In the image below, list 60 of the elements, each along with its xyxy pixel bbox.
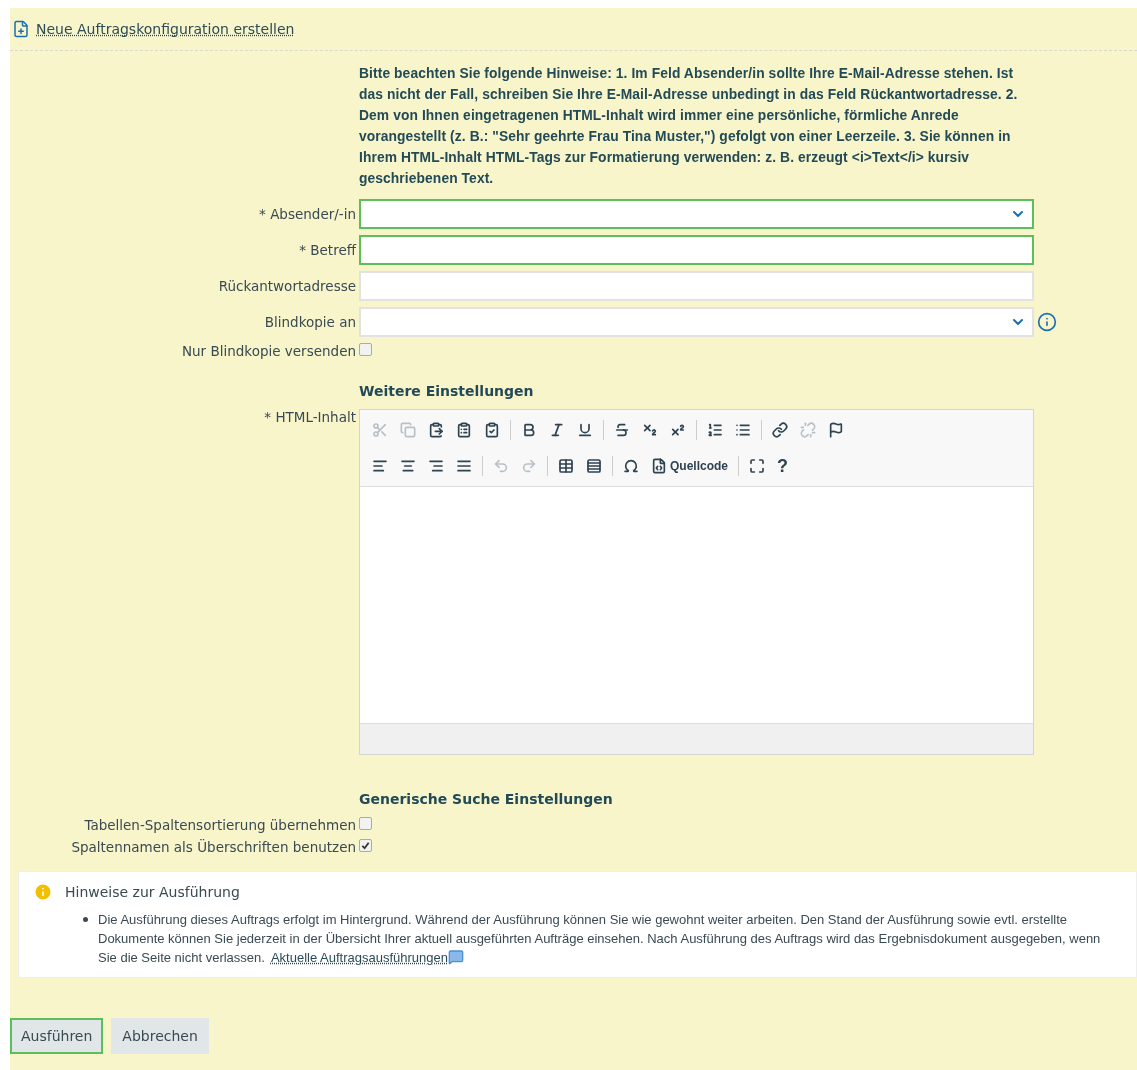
option-label: Tabellen-Spaltensortierung übernehmen <box>84 817 356 833</box>
checkbox[interactable] <box>359 343 372 356</box>
omega-icon <box>623 458 639 474</box>
option-label: Spaltennamen als Überschriften benutzen <box>71 839 356 855</box>
table-icon <box>558 458 574 474</box>
paste-icon <box>428 422 444 438</box>
superscript-icon <box>670 422 686 438</box>
unlink-icon <box>800 422 816 438</box>
bullet-icon <box>83 917 88 922</box>
subscript-icon <box>642 422 658 438</box>
align-center-icon <box>400 458 416 474</box>
toolbar-button[interactable] <box>556 456 576 476</box>
field-label: * HTML-Inhalt <box>264 409 356 425</box>
toolbar-button[interactable] <box>747 456 767 476</box>
undo-icon <box>493 458 509 474</box>
toolbar-button[interactable] <box>770 420 790 440</box>
checkbox[interactable] <box>359 839 372 852</box>
cut-icon <box>372 422 388 438</box>
section-title: Weitere Einstellungen <box>359 383 535 399</box>
html-editor[interactable]: Quellcode ? <box>359 409 1034 755</box>
copy-icon <box>400 422 416 438</box>
help-button[interactable]: ? <box>775 453 790 479</box>
align-left-icon <box>372 458 388 474</box>
notice-text: Bitte beachten Sie folgende Hinweise: 1. Im Feld Absender/in sollte Ihre E-Mail-Adresse stehen. Ist das nicht der Fall, schreiben Sie Ihre E-Mail-Adresse unbedingt in das Feld Rückantwortadresse. 2. Dem von Ihnen eingetragenen HTML-Inhalt wird immer eine persönliche, förmliche Anrede vorangestellt (z. B.: "Sehr geehrte Frau Tina Muster,") gefolgt von einer Leerzeile. 3. Sie können in Ihrem HTML-Inhalt HTML-Tags zur Formatierung verwenden: z. B. erzeugt <i>Text</i> kursiv geschriebenen Text. <box>359 65 1019 188</box>
flag-icon <box>828 422 844 438</box>
field-label: Blindkopie an <box>264 314 356 330</box>
source-button[interactable]: Quellcode <box>649 456 730 476</box>
bullet-list-icon <box>735 422 751 438</box>
bold-icon <box>521 422 537 438</box>
strikethrough-icon <box>614 422 630 438</box>
info-title: Hinweise zur Ausführung <box>65 884 240 900</box>
section-title: Generische Suche Einstellungen <box>359 791 614 807</box>
paste-text-icon <box>456 422 472 438</box>
select-field[interactable] <box>359 199 1034 229</box>
check-icon <box>361 841 370 850</box>
field-label: * Betreff <box>299 242 356 258</box>
new-document-icon <box>12 20 30 38</box>
new-config-link[interactable]: Neue Auftragskonfiguration erstellen <box>36 21 295 37</box>
field-label: Nur Blindkopie versenden <box>181 343 356 359</box>
redo-icon <box>521 458 537 474</box>
link-icon <box>772 422 788 438</box>
justify-icon <box>456 458 472 474</box>
info-text: Die Ausführung dieses Auftrags erfolgt im Hintergrund. Während der Ausführung können Sie wie gewohnt weiter arbeiten. Den Stand der Ausführung sowie evtl. erstellte Dokumente können Sie jederzeit in der Übersicht Ihrer aktuell ausgeführten Aufträge einsehen. Nach Ausführung des Auftrags wird das Ergebnisdokument ausgegeben, wenn Sie die Seite nicht verlassen. Aktuelle Auftragsausführungen <box>98 911 1102 967</box>
numbered-list-icon <box>707 422 723 438</box>
input-field[interactable] <box>359 235 1034 265</box>
source-code-icon <box>651 458 667 474</box>
italic-icon <box>549 422 565 438</box>
info-icon <box>33 882 53 902</box>
info-icon[interactable] <box>1037 312 1057 332</box>
executions-link[interactable]: Aktuelle Auftragsausführungen <box>270 950 448 965</box>
maximize-icon <box>749 458 765 474</box>
align-right-icon <box>428 458 444 474</box>
action-button[interactable]: Ausführen <box>10 1018 104 1054</box>
checkbox[interactable] <box>359 817 372 830</box>
underline-icon <box>577 422 593 438</box>
action-button[interactable]: Abbrechen <box>111 1018 209 1054</box>
field-label: * Absender/-in <box>259 206 356 222</box>
field-label: Rückantwortadresse <box>218 278 356 294</box>
horizontal-lines-icon <box>586 458 602 474</box>
toolbar-button[interactable] <box>584 456 604 476</box>
